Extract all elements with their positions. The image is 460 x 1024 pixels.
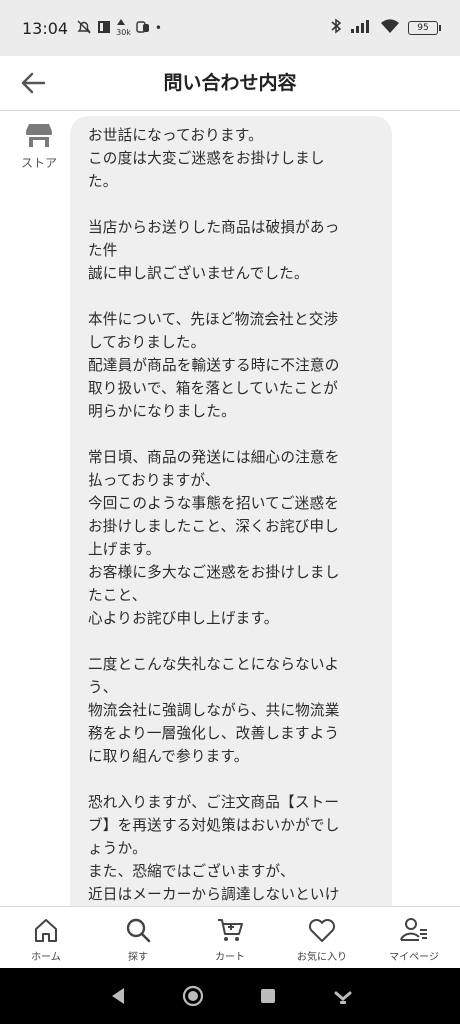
message-line: お掛けしましたこと、深くお詫び申し [88,518,339,535]
message-line [88,768,378,791]
message-bubble: お世話になっております。この度は大変ご迷惑をお掛けしまし た。当店からお送りした商… [70,116,392,916]
square-recents-icon [260,989,275,1003]
system-back-button[interactable] [98,976,138,1016]
message-line: 近日はメーカーから調達しないといけ [88,886,340,903]
app-header: 問い合わせ内容 [0,56,460,111]
nav-favorites-label: お気に入り [297,952,347,963]
message-line: 心よりお詫び申し上げます。 [88,610,279,627]
message-line: 上げます。 [88,541,161,558]
triangle-back-icon [111,988,124,1004]
search-icon [126,918,151,943]
nav-search-label: 探す [128,952,148,963]
message-line [88,423,378,446]
message-line: お客様に多大なご迷惑をお掛けしまし [88,564,340,581]
circle-home-icon [182,985,203,1007]
data-speed-label: 30k [116,28,131,37]
cart-icon [218,919,243,941]
message-line: 本件について、先ほど物流会社と交渉 [88,311,339,328]
message-line: この度は大変ご迷惑をお掛けしまし [88,150,325,167]
message-text: お世話になっております。この度は大変ご迷惑をお掛けしまし た。当店からお送りした商… [88,124,378,906]
system-hide-keyboard-button[interactable] [323,976,363,1016]
nav-cart[interactable]: カート [184,907,276,969]
system-navigation-bar [0,968,460,1024]
message-line [88,285,378,308]
app-icon [97,20,111,37]
system-recents-button[interactable] [248,976,288,1016]
status-bar: 13:04 30k • 95 [0,0,460,56]
home-icon [35,919,57,942]
chevron-down-icon [334,991,351,1004]
message-line: た件 [88,242,118,259]
heart-icon [308,918,336,942]
message-line: 物流会社に強調しながら、共に物流業 [88,702,340,719]
nav-mypage[interactable]: マイページ [368,907,460,969]
message-line: に取り組んで参ります。 [88,748,249,765]
app-icon-2 [136,20,150,37]
bluetooth-icon [330,18,342,38]
nav-mypage-label: マイページ [389,952,439,963]
message-line: 二度とこんな失礼なことにならないよ [88,656,340,673]
page-title: 問い合わせ内容 [163,72,297,94]
message-line: 恐れ入りますが、ご注文商品【ストー [88,794,340,811]
message-line: 明らかになりました。 [88,403,236,420]
sender-avatar: ストア [14,122,64,171]
data-speed-icon: 30k [116,19,131,37]
dot-icon: • [154,21,162,35]
message-line: 払っておりますが、 [88,472,220,489]
bottom-navigation: ホーム 探す カート お気に入り マイページ [0,906,460,969]
status-time: 13:04 [22,18,69,38]
message-line [88,193,378,216]
nav-cart-label: カート [215,952,245,963]
signal-icon [350,19,372,37]
notification-muted-icon [76,20,92,37]
message-line: 取り扱いで、箱を落としていたことが [88,380,339,397]
message-line: お世話になっております。 [88,127,263,144]
message-line: う、 [88,679,118,696]
message-line [88,630,378,653]
nav-favorites[interactable]: お気に入り [276,907,368,969]
system-home-button[interactable] [173,976,213,1016]
message-line: た。 [88,173,118,190]
message-line: 配達員が商品を輸送する時に不注意の [88,357,340,374]
message-line: ブ】を再送する対処策はおいかがでし [88,817,340,834]
message-line: 常日頃、商品の発送には細心の注意を [88,449,340,466]
message-line: 今回このような事態を招いてご迷惑を [88,495,340,512]
nav-home-label: ホーム [31,952,61,963]
store-icon [26,124,52,147]
wifi-icon [380,18,400,38]
sender-label: ストア [20,156,57,170]
user-icon [400,918,427,941]
battery-icon: 95 [408,21,441,35]
nav-search[interactable]: 探す [92,907,184,969]
message-line: 務をより一層強化し、改善しますよう [88,725,340,742]
message-line: また、恐縮ではございますが、 [88,863,295,880]
nav-home[interactable]: ホーム [0,907,92,969]
message-line: 誠に申し訳ございませんでした。 [88,265,309,282]
message-line: 当店からお送りした商品は破損があっ [88,219,340,236]
message-line: しておりました。 [88,334,206,351]
message-line: ょうか。 [88,840,147,857]
message-line: たこと、 [88,587,147,604]
battery-level: 95 [417,23,429,33]
